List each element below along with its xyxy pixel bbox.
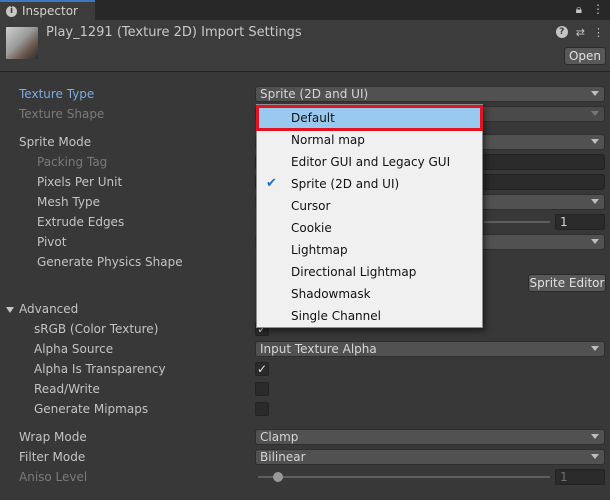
texture-shape-label: Texture Shape xyxy=(19,107,105,121)
pixels-per-unit-label: Pixels Per Unit xyxy=(37,175,123,189)
generate-mipmaps-label: Generate Mipmaps xyxy=(34,402,149,416)
packing-tag-label: Packing Tag xyxy=(37,155,108,169)
dropdown-item-label: Single Channel xyxy=(291,309,381,323)
filter-mode-dropdown[interactable]: Bilinear xyxy=(255,449,605,465)
dropdown-item-directional-lightmap[interactable]: Directional Lightmap xyxy=(258,261,481,283)
wrap-mode-value: Clamp xyxy=(260,430,299,444)
dropdown-item-editor-gui[interactable]: Editor GUI and Legacy GUI xyxy=(258,151,481,173)
generate-mipmaps-checkbox[interactable] xyxy=(255,402,269,416)
texture-type-value: Sprite (2D and UI) xyxy=(260,87,369,101)
dropdown-item-label: Directional Lightmap xyxy=(291,265,417,279)
alpha-source-dropdown[interactable]: Input Texture Alpha xyxy=(255,341,605,357)
tab-inspector-label: Inspector xyxy=(22,4,78,18)
chevron-down-icon xyxy=(591,434,599,439)
generate-physics-shape-label: Generate Physics Shape xyxy=(37,255,183,269)
dropdown-item-single-channel[interactable]: Single Channel xyxy=(258,305,481,327)
tab-tools: 🔒︎ ⋮ xyxy=(576,2,604,17)
dropdown-item-label: Default xyxy=(291,111,335,125)
dropdown-item-label: Cookie xyxy=(291,221,332,235)
chevron-down-icon xyxy=(591,111,599,116)
asset-title: Play_1291 (Texture 2D) Import Settings xyxy=(46,25,302,40)
chevron-down-icon xyxy=(591,91,599,96)
dropdown-item-cursor[interactable]: Cursor xyxy=(258,195,481,217)
alpha-source-label: Alpha Source xyxy=(34,342,114,356)
extrude-edges-input[interactable]: 1 xyxy=(555,214,605,230)
checkmark-icon: ✔ xyxy=(266,176,277,191)
mesh-type-label: Mesh Type xyxy=(37,195,100,209)
aniso-level-input: 1 xyxy=(555,469,605,485)
tab-inspector[interactable]: i Inspector xyxy=(0,0,95,20)
extrude-edges-slider-track[interactable] xyxy=(484,221,550,223)
texture-thumbnail xyxy=(6,27,38,59)
more-options-icon[interactable]: ⋮ xyxy=(592,2,604,17)
help-icon[interactable]: ? xyxy=(555,26,568,38)
aniso-level-slider-knob xyxy=(273,472,283,482)
info-icon: i xyxy=(6,5,17,17)
sprite-mode-label: Sprite Mode xyxy=(19,135,92,149)
chevron-down-icon xyxy=(591,139,599,144)
dropdown-item-lightmap[interactable]: Lightmap xyxy=(258,239,481,261)
foldout-arrow-icon[interactable] xyxy=(6,307,14,313)
dropdown-item-label: Editor GUI and Legacy GUI xyxy=(291,155,451,169)
dropdown-item-label: Shadowmask xyxy=(291,287,371,301)
chevron-down-icon xyxy=(591,346,599,351)
alpha-is-transparency-label: Alpha Is Transparency xyxy=(34,362,166,376)
preset-icon[interactable]: ⇄ xyxy=(576,26,585,39)
texture-type-dropdown-menu: Default Normal map Editor GUI and Legacy… xyxy=(256,104,483,328)
extrude-edges-label: Extrude Edges xyxy=(37,215,125,229)
read-write-label: Read/Write xyxy=(34,382,100,396)
alpha-source-value: Input Texture Alpha xyxy=(260,342,377,356)
chevron-down-icon xyxy=(591,199,599,204)
sprite-editor-button[interactable]: Sprite Editor xyxy=(528,274,606,292)
header-icons: ? ⇄ ⋮ xyxy=(555,26,604,39)
alpha-is-transparency-checkbox[interactable]: ✓ xyxy=(255,362,269,376)
filter-mode-label: Filter Mode xyxy=(19,450,86,464)
chevron-down-icon xyxy=(591,454,599,459)
dropdown-item-label: Normal map xyxy=(291,133,365,147)
texture-type-label: Texture Type xyxy=(19,87,95,101)
dropdown-item-label: Sprite (2D and UI) xyxy=(291,177,400,191)
aniso-level-label: Aniso Level xyxy=(19,470,88,484)
read-write-checkbox[interactable] xyxy=(255,382,269,396)
chevron-down-icon xyxy=(591,239,599,244)
srgb-label: sRGB (Color Texture) xyxy=(34,322,159,336)
filter-mode-value: Bilinear xyxy=(260,450,306,464)
pivot-label: Pivot xyxy=(37,235,67,249)
wrap-mode-dropdown[interactable]: Clamp xyxy=(255,429,605,445)
dropdown-item-normal-map[interactable]: Normal map xyxy=(258,129,481,151)
dropdown-item-shadowmask[interactable]: Shadowmask xyxy=(258,283,481,305)
dropdown-item-sprite[interactable]: ✔ Sprite (2D and UI) xyxy=(258,173,481,195)
wrap-mode-label: Wrap Mode xyxy=(19,430,87,444)
dropdown-item-label: Cursor xyxy=(291,199,331,213)
inspector-header: Play_1291 (Texture 2D) Import Settings ?… xyxy=(0,20,610,72)
dropdown-item-label: Lightmap xyxy=(291,243,348,257)
open-button[interactable]: Open xyxy=(564,47,606,65)
dropdown-item-cookie[interactable]: Cookie xyxy=(258,217,481,239)
texture-type-dropdown[interactable]: Sprite (2D and UI) xyxy=(255,86,605,102)
tab-bar: i Inspector 🔒︎ ⋮ xyxy=(0,0,610,20)
settings-menu-icon[interactable]: ⋮ xyxy=(593,26,604,39)
lock-icon[interactable]: 🔒︎ xyxy=(576,2,582,17)
advanced-foldout-label[interactable]: Advanced xyxy=(19,302,78,316)
dropdown-item-default[interactable]: Default xyxy=(256,105,483,131)
aniso-level-slider-track xyxy=(258,476,550,478)
